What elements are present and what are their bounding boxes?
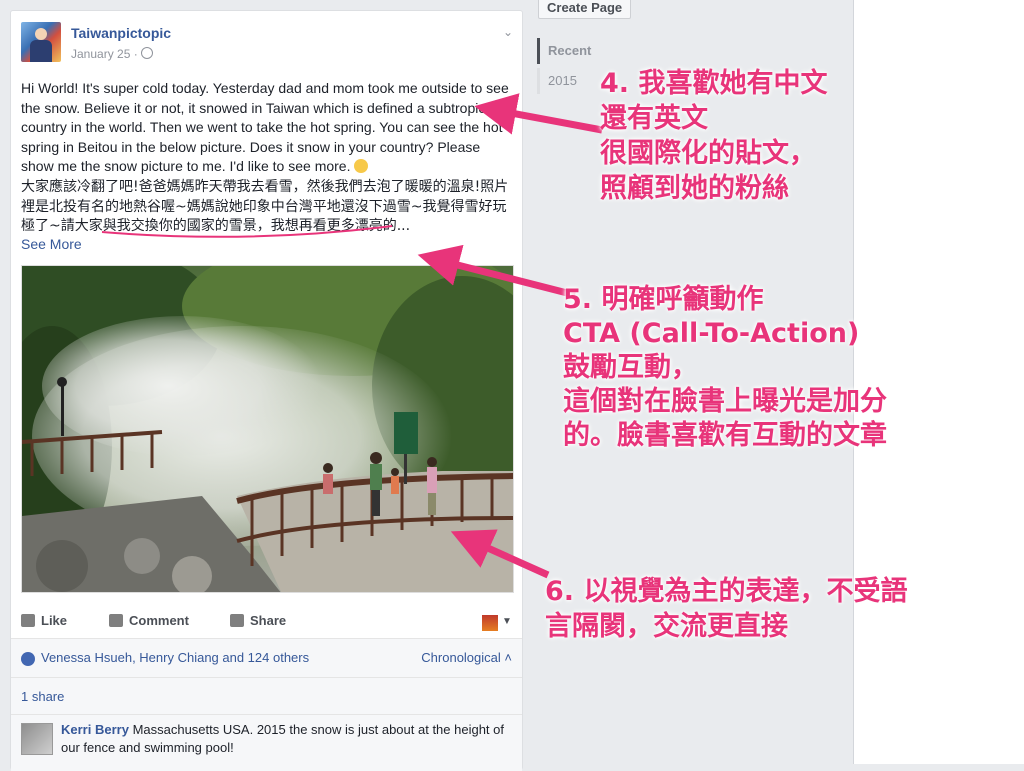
thumbs-up-icon [21, 652, 35, 666]
likes-summary: Venessa Hsueh, Henry Chiang and 124 othe… [11, 639, 522, 677]
nav-item-2015[interactable]: 2015 [537, 68, 577, 94]
create-page-button[interactable]: Create Page [538, 0, 632, 19]
like-button[interactable]: Like [21, 613, 67, 628]
annotation-5: 5. 明確呼籲動作 CTA (Call-To-Action) 鼓勵互動， 這個對… [563, 283, 887, 453]
post-date[interactable]: January 25 · [71, 47, 138, 61]
annotation-line: 還有英文 [600, 103, 708, 134]
see-more-link[interactable]: See More [21, 236, 82, 252]
likes-names-link[interactable]: Venessa Hsueh, Henry Chiang and 124 othe… [41, 650, 309, 665]
share-button[interactable]: Share [230, 613, 286, 628]
share-icon [230, 614, 244, 627]
annotation-line: 言隔閡，交流更直接 [545, 611, 788, 642]
comment-label: Comment [129, 613, 189, 628]
annotation-line: 鼓勵互動， [563, 352, 698, 383]
shares-summary: 1 share [11, 678, 522, 714]
globe-icon [140, 47, 153, 59]
comment-text: Kerri Berry Massachusetts USA. 2015 the … [61, 721, 511, 757]
like-icon [21, 614, 35, 627]
comment-icon [109, 614, 123, 627]
hot-spring-photo[interactable] [21, 265, 514, 593]
annotation-line: 很國際化的貼文， [600, 138, 816, 169]
nav-item-recent[interactable]: Recent [537, 38, 591, 64]
post-card: Taiwanpictopic January 25 · ⌄ Hi World! … [10, 10, 523, 771]
like-label: Like [41, 613, 68, 628]
shares-link[interactable]: 1 share [21, 689, 64, 704]
comment-item: Kerri Berry Massachusetts USA. 2015 the … [11, 715, 522, 771]
post-text-en: Hi World! It's super cold today. Yesterd… [21, 80, 509, 174]
annotation-line: 照顧到她的粉絲 [600, 173, 789, 204]
page-avatar[interactable] [21, 22, 61, 62]
post-timestamp[interactable]: January 25 · [71, 47, 153, 61]
share-label: Share [250, 613, 287, 628]
caret-down-icon: ˄ [504, 650, 512, 665]
post-text-english: Hi World! It's super cold today. Yesterd… [21, 79, 516, 177]
commenter-avatar[interactable] [21, 723, 53, 755]
annotation-line: CTA (Call-To-Action) [563, 318, 860, 349]
annotation-6: 6. 以視覺為主的表達，不受語 言隔閡，交流更直接 [545, 574, 907, 644]
annotation-line: 5. 明確呼籲動作 [563, 284, 764, 315]
annotation-line: 6. 以視覺為主的表達，不受語 [545, 576, 908, 607]
comment-sort-dropdown[interactable]: Chronological ˄ [421, 650, 512, 665]
sort-label: Chronological [421, 650, 501, 665]
chevron-down-icon[interactable]: ⌄ [503, 25, 513, 39]
post-text-chinese: 大家應該冷翻了吧!爸爸媽媽昨天帶我去看雪，然後我們去泡了暖暖的溫泉!照片裡是北投… [21, 179, 509, 234]
caret-down-icon[interactable]: ▼ [502, 616, 512, 627]
post-as-avatar[interactable] [482, 615, 498, 631]
annotation-4: 4. 我喜歡她有中文 還有英文 很國際化的貼文， 照顧到她的粉絲 [600, 66, 827, 206]
smile-emoji-icon [353, 159, 368, 173]
comment-button[interactable]: Comment [109, 613, 189, 628]
annotation-line: 的。臉書喜歡有互動的文章 [563, 420, 887, 451]
post-actions-bar: Like Comment Share [11, 607, 522, 637]
annotation-line: 4. 我喜歡她有中文 [600, 68, 828, 99]
annotation-line: 這個對在臉書上曝光是加分 [563, 386, 887, 417]
commenter-name[interactable]: Kerri Berry [61, 722, 129, 737]
page-name-link[interactable]: Taiwanpictopic [71, 25, 171, 41]
